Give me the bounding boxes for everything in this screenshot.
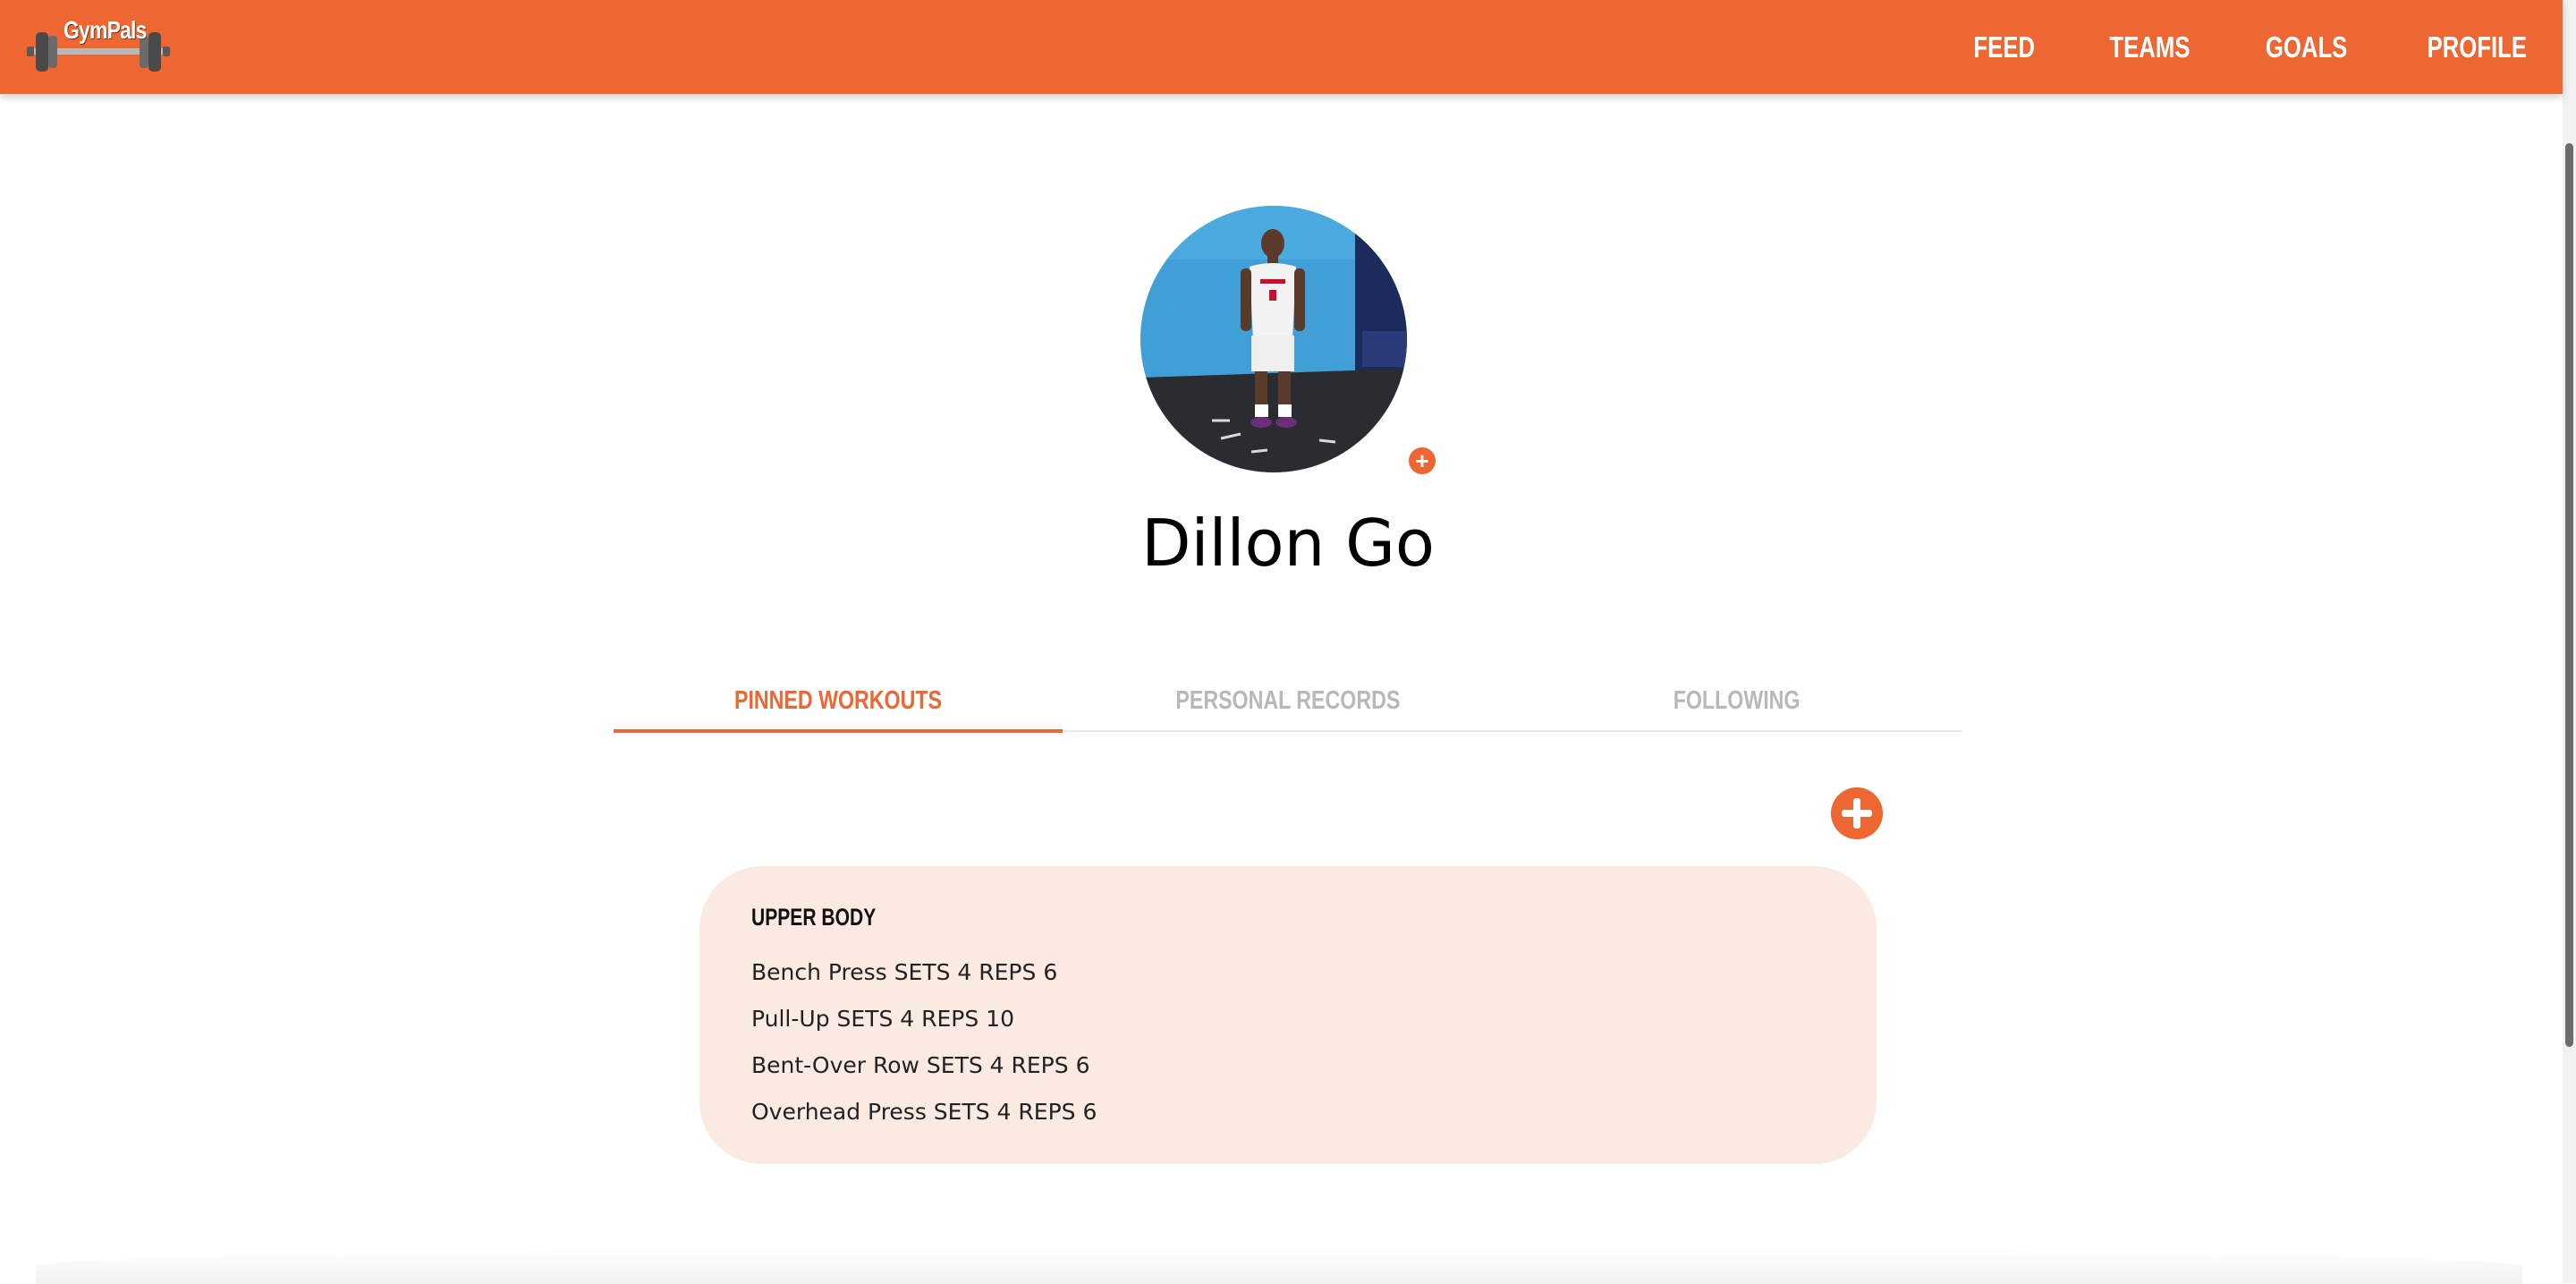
workout-card[interactable]: UPPER BODY Bench Press SETS 4 REPS 6 Pul… [699,866,1877,1164]
avatar-photo [1140,206,1407,472]
tab-label: PINNED WORKOUTS [734,685,943,715]
add-photo-button[interactable]: + [1409,447,1436,474]
scrollbar-thumb[interactable] [2565,143,2573,1047]
tab-label: FOLLOWING [1673,685,1801,715]
add-workout-button[interactable] [1831,787,1883,839]
exercise-item: Bench Press SETS 4 REPS 6 [751,959,1058,985]
tab-personal-records[interactable]: PERSONAL RECORDS [1063,671,1512,730]
tab-following[interactable]: FOLLOWING [1513,671,1962,730]
page-scrollbar[interactable] [2563,0,2576,1283]
exercise-item: Pull-Up SETS 4 REPS 10 [751,1006,1014,1032]
plus-icon: + [1415,447,1429,474]
exercise-item: Bent-Over Row SETS 4 REPS 6 [751,1052,1090,1078]
exercise-item: Overhead Press SETS 4 REPS 6 [751,1099,1097,1125]
tab-pinned-workouts[interactable]: PINNED WORKOUTS [614,671,1063,733]
workout-title: UPPER BODY [751,904,877,931]
logo-text: GymPals [64,16,147,44]
profile-avatar [1140,206,1407,472]
profile-name: Dillon Go [1141,506,1435,581]
profile-tabs: PINNED WORKOUTS PERSONAL RECORDS FOLLOWI… [614,671,1962,733]
nav-feed[interactable]: FEED [1973,30,2035,64]
gympals-logo[interactable]: GymPals [27,14,170,77]
nav-teams[interactable]: TEAMS [2110,30,2190,64]
top-navbar: GymPals FEED TEAMS GOALS PROFILE [0,0,2563,94]
bottom-card-shadow [36,1248,2522,1284]
nav-goals[interactable]: GOALS [2265,30,2347,64]
nav-profile[interactable]: PROFILE [2427,30,2527,64]
nav-links: FEED TEAMS GOALS PROFILE [1956,0,2527,94]
tab-label: PERSONAL RECORDS [1175,685,1400,715]
